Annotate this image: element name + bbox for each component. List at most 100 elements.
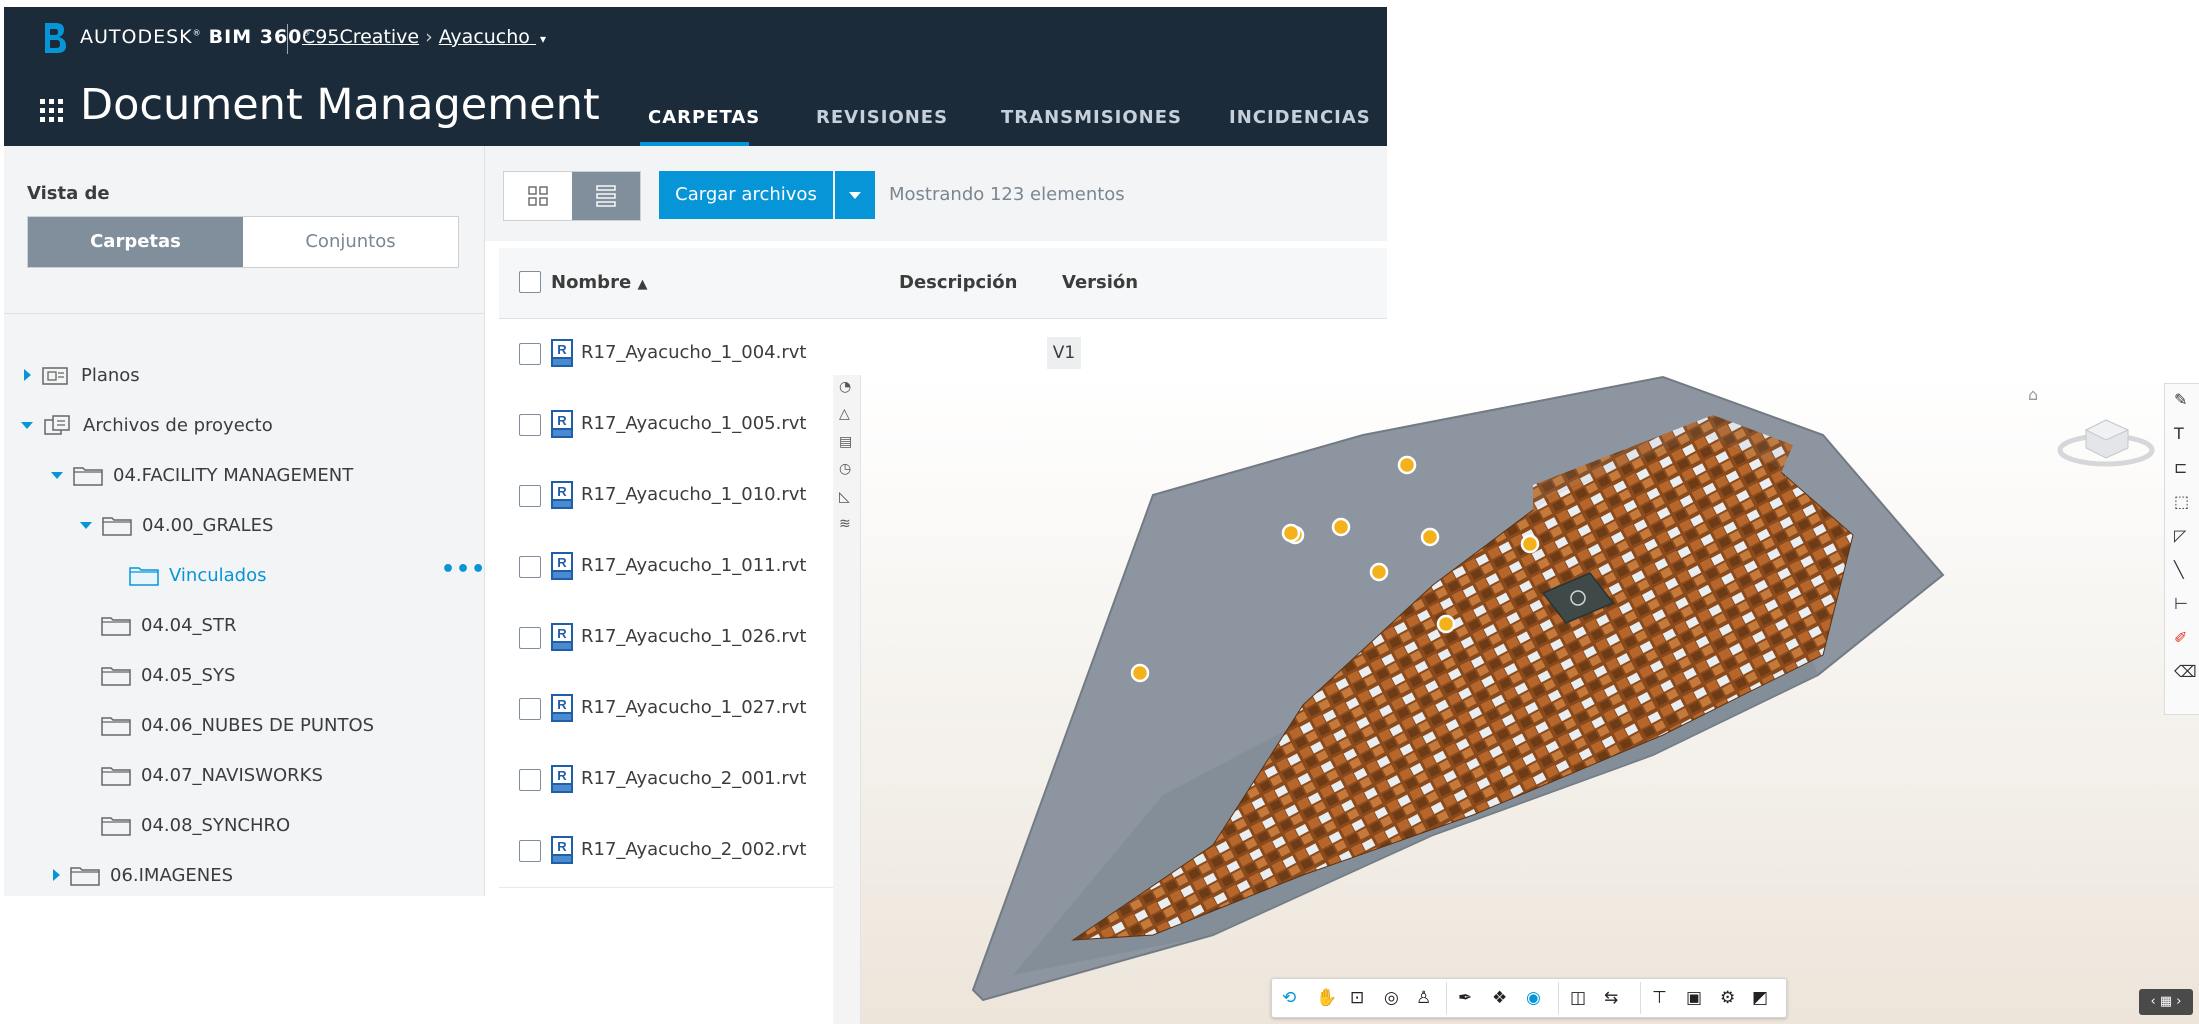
fullscreen-icon[interactable]: ◩	[1752, 988, 1768, 1008]
breadcrumb-account[interactable]: C95Creative	[302, 26, 419, 48]
collapse-caret-icon[interactable]	[51, 471, 63, 479]
city-model-3d[interactable]	[833, 375, 2199, 1024]
location-marker[interactable]	[1420, 527, 1440, 547]
pen-color-icon[interactable]: ✐	[2174, 628, 2187, 647]
location-marker[interactable]	[1397, 455, 1417, 475]
text-markup-icon[interactable]: T	[2174, 424, 2184, 443]
svg-text:R: R	[557, 697, 567, 712]
pan-icon[interactable]: ✋	[1316, 988, 1337, 1008]
first-person-icon[interactable]: ♙	[1416, 988, 1431, 1008]
polygon-markup-icon[interactable]: ◸	[2174, 526, 2186, 545]
row-checkbox[interactable]	[519, 698, 541, 720]
file-name[interactable]: R17_Ayacucho_1_004.rvt	[581, 342, 806, 363]
column-nombre[interactable]: Nombre ▲	[551, 272, 647, 293]
markup-pen-icon[interactable]: ✒	[1458, 988, 1472, 1008]
visibility-icon[interactable]: ◉	[1526, 988, 1541, 1008]
app-title: Document Management	[80, 80, 600, 130]
project-dropdown-icon[interactable]: ▾	[540, 32, 546, 46]
brand-product: BIM 360	[208, 26, 303, 48]
callout-icon[interactable]: ⊏	[2174, 458, 2187, 477]
project-breadcrumb[interactable]: C95Creative › Ayacucho ▾	[302, 26, 546, 48]
location-marker[interactable]	[1369, 562, 1389, 582]
segment-conjuntos[interactable]: Conjuntos	[243, 217, 458, 267]
measure-icon[interactable]: ◺	[839, 489, 850, 505]
breadcrumb-project[interactable]: Ayacucho	[439, 26, 530, 48]
tree-item-facility-management[interactable]: 04.FACILITY MANAGEMENT	[51, 455, 353, 495]
row-checkbox[interactable]	[519, 556, 541, 578]
tree-item-nubes-de-puntos[interactable]: 04.06_NUBES DE PUNTOS	[101, 705, 374, 745]
tab-carpetas[interactable]: CARPETAS	[648, 107, 760, 128]
collapse-caret-icon[interactable]	[80, 521, 92, 529]
tree-item-imagenes[interactable]: 06.IMAGENES	[53, 855, 233, 895]
row-checkbox[interactable]	[519, 769, 541, 791]
settings-gear-icon[interactable]: ⚙	[1720, 988, 1735, 1008]
section-box-icon[interactable]: ◫	[1570, 988, 1586, 1008]
home-view-icon[interactable]: ⌂	[2028, 385, 2038, 404]
row-checkbox[interactable]	[519, 840, 541, 862]
column-version[interactable]: Versión	[1062, 272, 1138, 293]
view-label: Vista de	[27, 183, 110, 204]
row-checkbox[interactable]	[519, 343, 541, 365]
row-checkbox[interactable]	[519, 627, 541, 649]
tree-item-grales[interactable]: 04.00_GRALES	[80, 505, 273, 545]
location-marker[interactable]	[1130, 663, 1150, 683]
line-markup-icon[interactable]: ╲	[2174, 560, 2184, 579]
freehand-icon[interactable]: ✎	[2174, 390, 2187, 409]
location-marker[interactable]	[1520, 534, 1540, 554]
row-checkbox[interactable]	[519, 414, 541, 436]
eraser-icon[interactable]: ⌫	[2174, 662, 2197, 681]
model-browser-icon[interactable]: ◔	[839, 379, 851, 395]
location-marker[interactable]	[1281, 523, 1301, 543]
tree-item-archivos-de-proyecto[interactable]: Archivos de proyecto	[21, 405, 273, 445]
file-name[interactable]: R17_Ayacucho_1_005.rvt	[581, 413, 806, 434]
compare-icon[interactable]: ⇆	[1604, 988, 1618, 1008]
collapse-caret-icon[interactable]	[21, 421, 33, 429]
list-view-button[interactable]	[572, 172, 640, 220]
zoom-icon[interactable]: ⊡	[1350, 988, 1364, 1008]
file-name[interactable]: R17_Ayacucho_2_002.rvt	[581, 839, 806, 860]
row-checkbox[interactable]	[519, 485, 541, 507]
file-name[interactable]: R17_Ayacucho_1_027.rvt	[581, 697, 806, 718]
expand-caret-icon[interactable]	[53, 869, 60, 881]
tree-item-vinculados[interactable]: Vinculados	[129, 555, 266, 595]
expand-caret-icon[interactable]	[24, 369, 31, 381]
tab-incidencias[interactable]: INCIDENCIAS	[1229, 107, 1371, 128]
layers-icon[interactable]: ≋	[839, 516, 851, 532]
select-all-checkbox[interactable]	[519, 271, 541, 293]
file-name[interactable]: R17_Ayacucho_1_011.rvt	[581, 555, 806, 576]
orbit-icon[interactable]: ⟲	[1282, 988, 1296, 1008]
app-switcher-icon[interactable]	[40, 99, 64, 123]
dimension-icon[interactable]: ⊢	[2174, 594, 2188, 613]
upload-files-button[interactable]: Cargar archivos	[659, 171, 833, 219]
history-icon[interactable]: ◷	[839, 461, 851, 477]
location-marker[interactable]	[1331, 517, 1351, 537]
rectangle-markup-icon[interactable]: ⬚	[2174, 492, 2189, 511]
segment-carpetas[interactable]: Carpetas	[28, 217, 243, 267]
viewer-page-control[interactable]: ‹ ▦ ›	[2139, 989, 2193, 1015]
tree-item-navisworks[interactable]: 04.07_NAVISWORKS	[101, 755, 323, 795]
upload-dropdown-button[interactable]	[835, 171, 875, 219]
tab-revisiones[interactable]: REVISIONES	[816, 107, 948, 128]
model-viewer-window: ◔ △ ▤ ◷ ◺ ≋ ⌂ ✎ T ⊏ ⬚ ◸ ╲ ⊢ ✐ ⌫ ⟲ ✋ ⊡ ◎ …	[833, 375, 2199, 1024]
sheets-icon[interactable]: ▤	[839, 434, 852, 450]
tree-item-str[interactable]: 04.04_STR	[101, 605, 236, 645]
grid-view-button[interactable]	[504, 172, 572, 220]
tree-item-planos[interactable]: Planos	[24, 355, 140, 395]
location-marker[interactable]	[1436, 614, 1456, 634]
explode-icon[interactable]: ❖	[1492, 988, 1507, 1008]
tree-item-sys[interactable]: 04.05_SYS	[101, 655, 235, 695]
tree-item-synchro[interactable]: 04.08_SYNCHRO	[101, 805, 290, 845]
version-badge[interactable]: V1	[1047, 337, 1081, 369]
issues-icon[interactable]: △	[839, 406, 850, 422]
tree-item-label: 06.IMAGENES	[110, 864, 234, 886]
column-descripcion[interactable]: Descripción	[899, 272, 1018, 293]
view-cube[interactable]	[2056, 400, 2156, 470]
more-options-icon[interactable]: •••	[441, 557, 486, 582]
file-name[interactable]: R17_Ayacucho_1_010.rvt	[581, 484, 806, 505]
file-name[interactable]: R17_Ayacucho_1_026.rvt	[581, 626, 806, 647]
file-name[interactable]: R17_Ayacucho_2_001.rvt	[581, 768, 806, 789]
properties-icon[interactable]: ▣	[1686, 988, 1702, 1008]
model-tree-icon[interactable]: ⊤	[1652, 988, 1667, 1008]
tab-transmisiones[interactable]: TRANSMISIONES	[1001, 107, 1182, 128]
camera-icon[interactable]: ◎	[1384, 988, 1399, 1008]
